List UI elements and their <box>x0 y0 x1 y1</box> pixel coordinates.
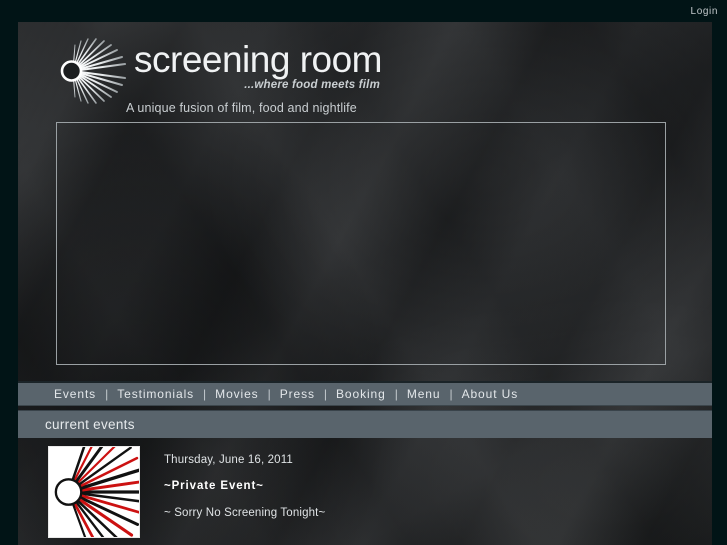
main-navigation: Events | Testimonials | Movies | Press | Booking… <box>18 381 712 406</box>
logo-text-group: screening room ...where food meets film <box>134 35 383 92</box>
nav-separator: | <box>394 387 398 401</box>
site-logo[interactable]: screening room ...where food meets film <box>56 35 383 105</box>
login-link[interactable]: Login <box>691 6 718 17</box>
fan-rays-red-black-icon <box>48 446 140 538</box>
nav-item-testimonials[interactable]: Testimonials <box>117 387 194 401</box>
brand-name: screening room <box>134 39 383 80</box>
top-bar: Login <box>0 0 727 22</box>
site-header: screening room ...where food meets film … <box>18 22 712 122</box>
nav-item-movies[interactable]: Movies <box>215 387 258 401</box>
event-details: Thursday, June 16, 2011 ~Private Event~ ~ … <box>164 446 325 519</box>
brand-slogan: ...where food meets film <box>244 79 381 91</box>
nav-separator: | <box>105 387 109 401</box>
page-container: screening room ...where food meets film … <box>18 22 712 545</box>
events-list: Thursday, June 16, 2011 ~Private Event~ ~ … <box>18 446 712 538</box>
nav-item-menu[interactable]: Menu <box>407 387 441 401</box>
event-date: Thursday, June 16, 2011 <box>164 454 293 466</box>
nav-separator: | <box>203 387 207 401</box>
event-row: Thursday, June 16, 2011 ~Private Event~ ~ … <box>48 446 712 538</box>
event-note: ~ Sorry No Screening Tonight~ <box>164 507 326 519</box>
slideshow-frame[interactable] <box>56 122 666 365</box>
section-header: current events <box>18 410 712 438</box>
brand-tagline: A unique fusion of film, food and nightl… <box>126 101 357 115</box>
nav-item-press[interactable]: Press <box>280 387 315 401</box>
section-title: current events <box>45 417 135 432</box>
projector-fan-beam-icon <box>60 38 128 104</box>
nav-separator: | <box>267 387 271 401</box>
event-title: ~Private Event~ <box>164 480 264 492</box>
nav-separator: | <box>323 387 328 401</box>
nav-item-events[interactable]: Events <box>54 387 96 401</box>
nav-separator: | <box>449 387 453 401</box>
nav-item-booking[interactable]: Booking <box>336 387 386 401</box>
nav-item-about-us[interactable]: About Us <box>462 387 519 401</box>
